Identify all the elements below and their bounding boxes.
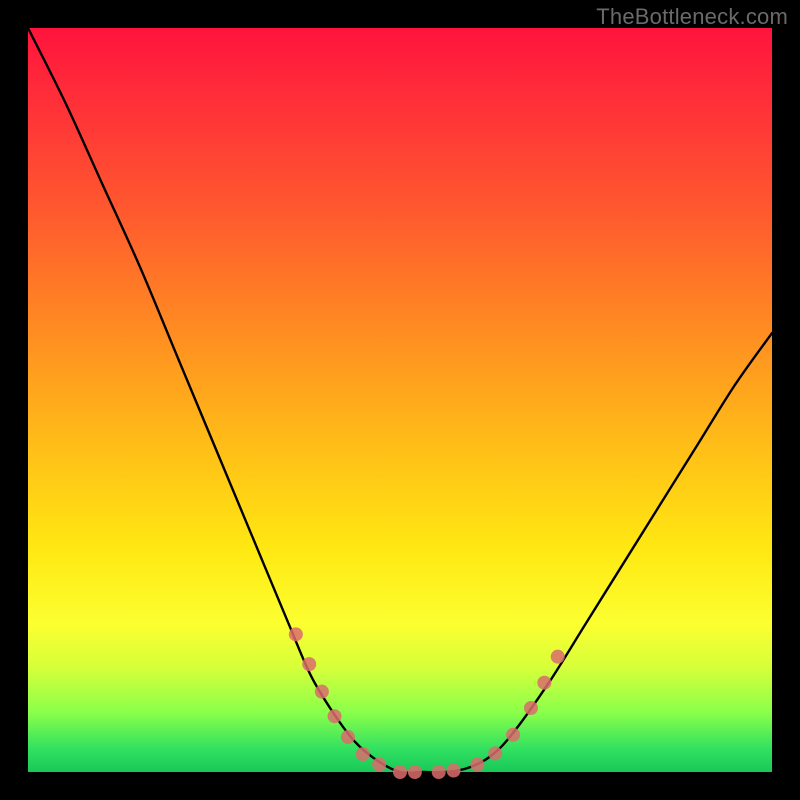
valley-markers	[289, 627, 565, 779]
curve-marker	[315, 685, 329, 699]
watermark-text: TheBottleneck.com	[596, 4, 788, 30]
curve-marker	[470, 758, 484, 772]
chart-frame: TheBottleneck.com	[0, 0, 800, 800]
curve-marker	[524, 701, 538, 715]
curve-marker	[356, 747, 370, 761]
curve-marker	[289, 627, 303, 641]
curve-marker	[488, 746, 502, 760]
bottleneck-curve	[28, 28, 772, 773]
curve-marker	[393, 765, 407, 779]
curve-marker	[372, 758, 386, 772]
curve-marker	[506, 728, 520, 742]
curve-marker	[302, 657, 316, 671]
plot-area	[28, 28, 772, 772]
curve-marker	[537, 676, 551, 690]
curve-svg	[28, 28, 772, 772]
curve-marker	[447, 764, 461, 778]
curve-marker	[408, 765, 422, 779]
curve-marker	[551, 650, 565, 664]
curve-marker	[341, 730, 355, 744]
curve-marker	[432, 765, 446, 779]
curve-marker	[328, 709, 342, 723]
